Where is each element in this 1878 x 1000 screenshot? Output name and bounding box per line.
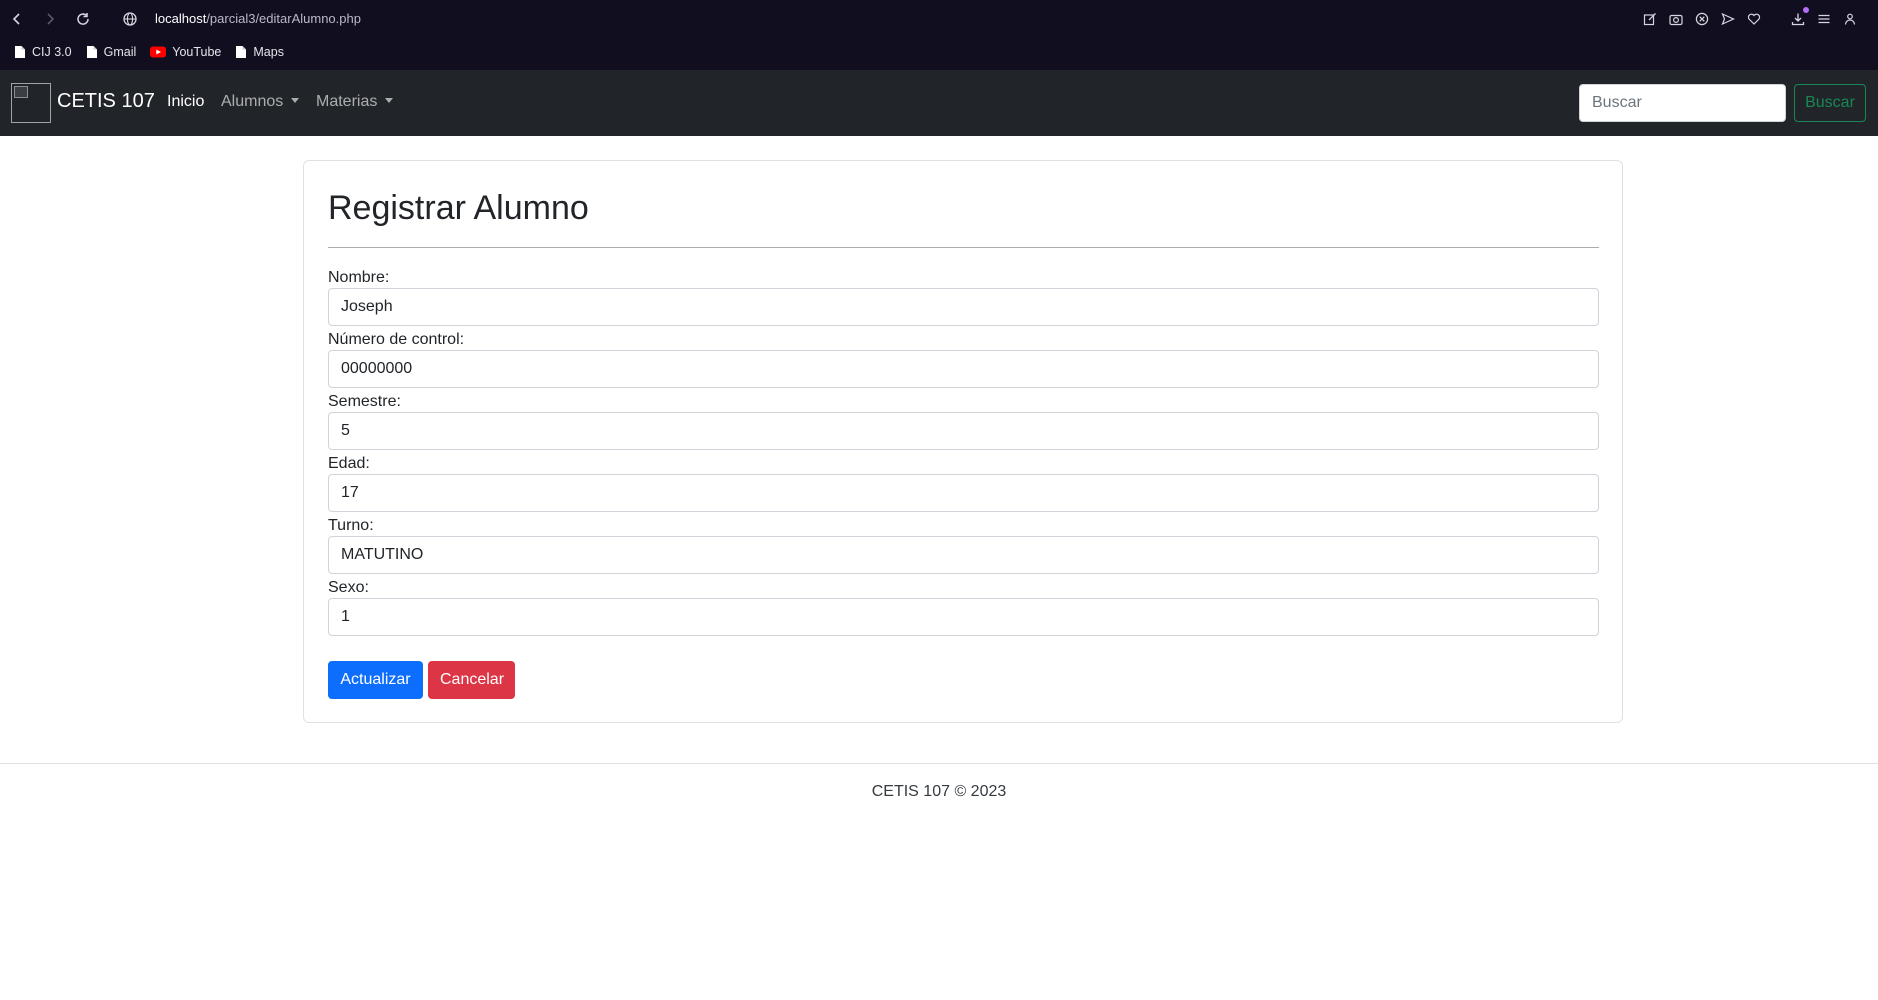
bookmark-youtube[interactable]: YouTube — [150, 45, 221, 59]
brand-name[interactable]: CETIS 107 — [57, 90, 155, 113]
camera-icon — [1669, 14, 1683, 26]
forward-button[interactable] — [41, 10, 59, 28]
footer-copyright: CETIS 107 © 2023 — [871, 783, 1007, 800]
edit-page-button[interactable] — [1642, 11, 1658, 27]
reload-button[interactable] — [74, 10, 92, 28]
brand-logo-broken-image[interactable] — [11, 83, 51, 123]
top-navbar: CETIS 107 Inicio Alumnos Materias Buscar — [0, 70, 1878, 136]
menu-button[interactable] — [1816, 11, 1832, 27]
notification-dot — [1803, 7, 1809, 13]
menu-lines-icon — [1818, 14, 1830, 24]
bookmark-gmail[interactable]: Gmail — [86, 45, 137, 59]
bookmark-label: Gmail — [103, 45, 137, 59]
downloads-button[interactable] — [1790, 7, 1809, 27]
nav-dropdown-label: Alumnos — [221, 93, 284, 110]
bookmark-label: Maps — [253, 45, 284, 59]
globe-icon — [123, 12, 137, 26]
bookmark-label: YouTube — [172, 45, 222, 59]
browser-chrome: localhost/parcial3/editarAlumno.php CIJ … — [0, 0, 1878, 70]
turno-label: Turno: — [328, 517, 374, 534]
semestre-label: Semestre: — [328, 393, 401, 410]
numero-control-field[interactable] — [328, 350, 1599, 388]
site-info-button[interactable] — [121, 10, 139, 28]
semestre-field[interactable] — [328, 412, 1599, 450]
file-icon — [236, 46, 247, 58]
title-divider — [328, 247, 1599, 248]
user-icon — [1844, 13, 1856, 25]
favorites-button[interactable] — [1746, 11, 1762, 27]
back-button[interactable] — [8, 10, 26, 28]
shield-x-icon — [1695, 12, 1709, 26]
send-icon — [1721, 12, 1735, 26]
footer-divider — [0, 763, 1878, 764]
page-title: Registrar Alumno — [328, 189, 589, 227]
send-button[interactable] — [1720, 11, 1736, 27]
browser-toolbar-icons — [1642, 7, 1858, 29]
bookmark-cij[interactable]: CIJ 3.0 — [14, 45, 72, 59]
nav-dropdown-label: Materias — [316, 93, 378, 110]
caret-down-icon — [291, 98, 300, 103]
edit-icon — [1643, 13, 1656, 26]
bookmark-label: CIJ 3.0 — [32, 45, 72, 59]
bookmarks-bar: CIJ 3.0 Gmail YouTube Maps — [0, 40, 284, 64]
nav-link-inicio[interactable]: Inicio — [167, 93, 204, 111]
caret-down-icon — [385, 98, 394, 103]
search-button[interactable]: Buscar — [1794, 84, 1866, 122]
numero-control-label: Número de control: — [328, 331, 465, 348]
sexo-label: Sexo: — [328, 579, 369, 596]
nav-dropdown-alumnos[interactable]: Alumnos — [221, 93, 300, 111]
sexo-field[interactable] — [328, 598, 1599, 636]
nombre-field[interactable] — [328, 288, 1599, 326]
form-card: Registrar Alumno Nombre: Número de contr… — [303, 160, 1623, 723]
screenshot-button[interactable] — [1668, 11, 1684, 27]
heart-icon — [1747, 13, 1761, 25]
edad-field[interactable] — [328, 474, 1599, 512]
reload-icon — [77, 13, 89, 25]
forward-arrow-icon — [47, 13, 55, 25]
back-arrow-icon — [12, 13, 20, 25]
nombre-label: Nombre: — [328, 269, 390, 286]
adblock-button[interactable] — [1694, 11, 1710, 27]
profile-button[interactable] — [1842, 11, 1858, 27]
download-icon — [1791, 13, 1805, 26]
url-host: localhost — [155, 11, 207, 26]
actualizar-button[interactable]: Actualizar — [328, 661, 423, 699]
turno-field[interactable] — [328, 536, 1599, 574]
cancelar-button[interactable]: Cancelar — [428, 661, 515, 699]
url-path: /parcial3/editarAlumno.php — [206, 11, 361, 26]
edad-label: Edad: — [328, 455, 370, 472]
youtube-icon — [150, 46, 167, 58]
address-bar-row: localhost/parcial3/editarAlumno.php — [0, 0, 1878, 38]
bookmark-maps[interactable]: Maps — [235, 45, 284, 59]
url-bar[interactable]: localhost/parcial3/editarAlumno.php — [155, 11, 361, 26]
file-icon — [86, 46, 97, 58]
file-icon — [15, 46, 25, 58]
search-input[interactable] — [1579, 84, 1786, 122]
nav-dropdown-materias[interactable]: Materias — [316, 93, 394, 111]
